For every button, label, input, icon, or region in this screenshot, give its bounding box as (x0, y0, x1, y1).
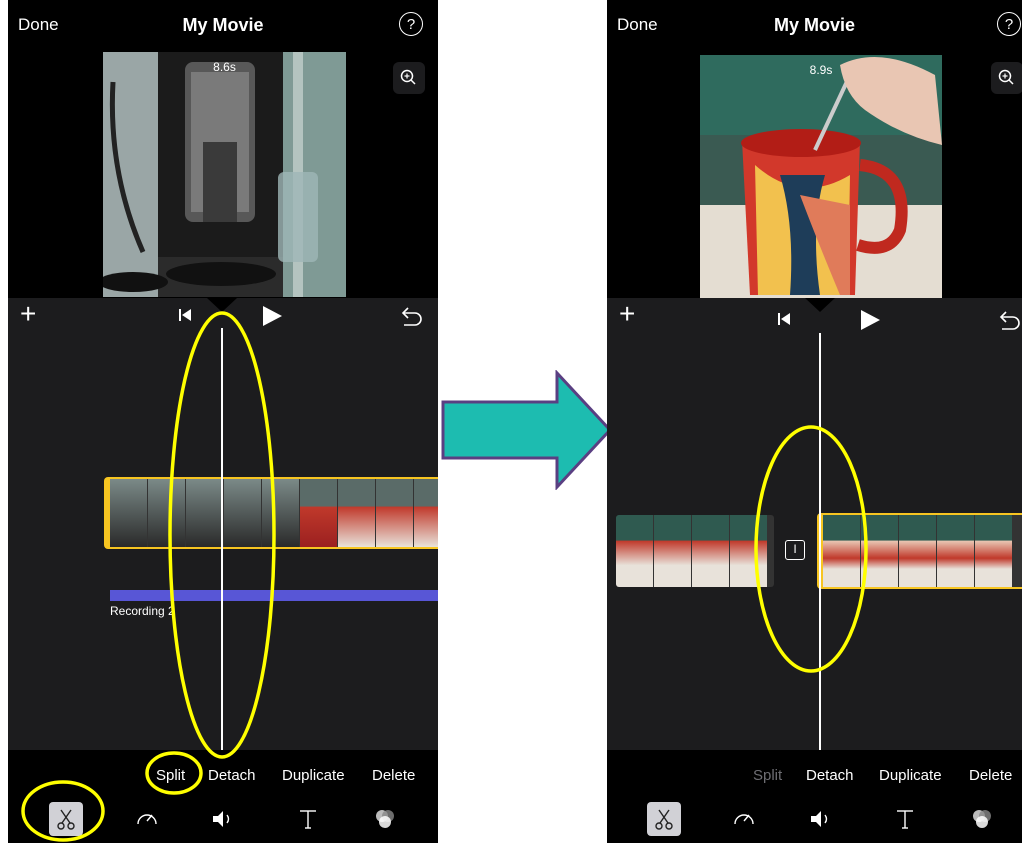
clip-frame (262, 479, 300, 547)
playhead-marker (207, 298, 237, 312)
split-button[interactable]: Split (156, 767, 185, 784)
clip-frame (899, 515, 937, 587)
video-preview[interactable]: 8.9s (700, 55, 942, 298)
volume-tool[interactable] (206, 802, 240, 836)
clip-frame (414, 479, 438, 547)
help-button[interactable]: ? (399, 12, 423, 36)
left-screen: Done My Movie ? 8.6s + Recording 2 Split… (8, 0, 438, 843)
filters-icon (973, 810, 991, 828)
clip-frame (616, 515, 654, 587)
filters-tool[interactable] (368, 802, 402, 836)
clip-frame (186, 479, 224, 547)
scissors-tool[interactable] (647, 802, 681, 836)
detach-button[interactable]: Detach (806, 767, 854, 784)
coffee-machine-image (103, 52, 346, 297)
filters-icon (376, 810, 394, 828)
speed-tool[interactable] (130, 802, 164, 836)
zoom-button[interactable] (991, 62, 1022, 94)
volume-tool[interactable] (804, 802, 838, 836)
clip-frame (654, 515, 692, 587)
transition-button[interactable]: I (785, 540, 805, 560)
skip-to-start-icon[interactable] (777, 312, 791, 326)
volume-icon (213, 811, 230, 827)
audio-track[interactable] (110, 590, 438, 601)
playhead-marker (805, 298, 835, 312)
detach-button[interactable]: Detach (208, 767, 256, 784)
clip-duration: 8.6s (213, 60, 236, 74)
titles-tool[interactable] (888, 802, 922, 836)
bottom-toolbar: Split Detach Duplicate Delete (607, 750, 1022, 843)
delete-button[interactable]: Delete (969, 767, 1012, 784)
speed-tool[interactable] (727, 802, 761, 836)
clip-frame (730, 515, 768, 587)
scissors-tool[interactable] (49, 802, 83, 836)
undo-icon[interactable] (996, 309, 1022, 331)
zoom-in-icon (400, 69, 416, 85)
add-media-button[interactable]: + (619, 300, 635, 328)
clip-frame (823, 515, 861, 587)
right-screen: Done My Movie ? 8.9s + I Split Detach Du… (607, 0, 1022, 843)
add-media-button[interactable]: + (20, 300, 36, 328)
top-bar: Done My Movie ? (607, 0, 1022, 50)
duplicate-button[interactable]: Duplicate (282, 767, 345, 784)
clip-frame (110, 479, 148, 547)
top-bar: Done My Movie ? (8, 0, 438, 50)
split-button: Split (753, 767, 783, 784)
clip-duration: 8.9s (809, 63, 833, 77)
timeline-editor[interactable]: + Recording 2 (8, 298, 438, 750)
clip-frame (975, 515, 1013, 587)
clip-frame (861, 515, 899, 587)
scissors-icon (57, 809, 75, 830)
undo-icon[interactable] (398, 305, 424, 327)
play-icon[interactable] (858, 308, 882, 332)
project-title: My Movie (773, 15, 856, 35)
filters-tool[interactable] (965, 802, 999, 836)
mug-and-spoon-image (700, 55, 942, 298)
titles-tool[interactable] (291, 802, 325, 836)
audio-track-label: Recording 2 (110, 604, 175, 618)
clip-frame (338, 479, 376, 547)
clip-frame (376, 479, 414, 547)
zoom-in-icon (998, 69, 1014, 85)
scissors-icon (655, 809, 673, 830)
clip-frame (937, 515, 975, 587)
playhead[interactable] (819, 333, 821, 750)
timeline-editor[interactable]: + I (607, 298, 1022, 750)
clip-frame (692, 515, 730, 587)
video-clip-right[interactable] (817, 513, 1022, 589)
transition-arrow (441, 370, 613, 490)
video-clip-left[interactable] (616, 515, 774, 587)
zoom-button[interactable] (393, 62, 425, 94)
speed-icon (137, 814, 157, 825)
project-title: My Movie (182, 15, 264, 35)
speed-icon (734, 814, 754, 825)
video-clip[interactable] (104, 477, 438, 549)
delete-button[interactable]: Delete (372, 767, 415, 784)
volume-icon (811, 811, 828, 827)
video-preview[interactable]: 8.6s (103, 52, 346, 297)
titles-icon (897, 810, 913, 829)
playhead[interactable] (221, 328, 223, 750)
play-icon[interactable] (260, 304, 284, 328)
clip-frame (224, 479, 262, 547)
clip-frame (148, 479, 186, 547)
skip-to-start-icon[interactable] (178, 308, 192, 322)
help-button[interactable]: ? (997, 12, 1021, 36)
duplicate-button[interactable]: Duplicate (879, 767, 942, 784)
titles-icon (300, 810, 316, 829)
bottom-toolbar: Split Detach Duplicate Delete (8, 750, 438, 843)
clip-frame (300, 479, 338, 547)
